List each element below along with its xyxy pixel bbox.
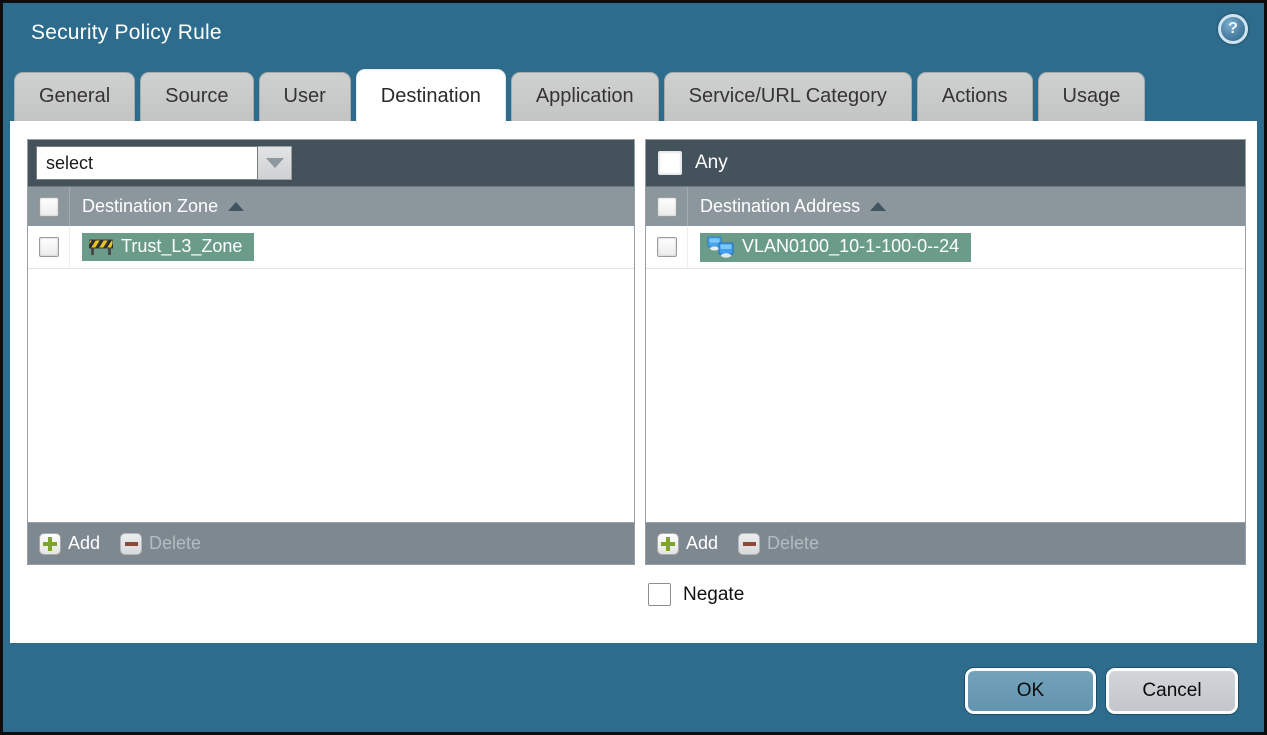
zone-entry-trust-l3-zone[interactable]: Trust_L3_Zone [82, 233, 255, 261]
address-panel-toolbar: Any [646, 140, 1245, 186]
dialog-title: Security Policy Rule [31, 21, 222, 44]
sort-ascending-icon [228, 202, 245, 211]
destination-zone-panel: select Destination Zone Trust_L3_Zone Ad… [27, 139, 635, 565]
zone-delete-button[interactable]: Delete [120, 532, 201, 555]
zone-add-button[interactable]: Add [39, 532, 100, 555]
address-entry-vlan0100[interactable]: VLAN0100_10-1-100-0--24 [700, 232, 972, 262]
any-checkbox[interactable] [658, 151, 682, 175]
tab-bar: General Source User Destination Applicat… [14, 67, 1253, 124]
cancel-button[interactable]: Cancel [1106, 668, 1238, 714]
tab-source[interactable]: Source [140, 72, 254, 121]
add-plus-icon [39, 532, 61, 555]
zone-barrier-icon [89, 237, 113, 256]
negate-label: Negate [683, 583, 745, 605]
zone-entry-label: Trust_L3_Zone [121, 236, 243, 256]
table-row: VLAN0100_10-1-100-0--24 [646, 226, 1245, 269]
zone-column-title[interactable]: Destination Zone [70, 196, 245, 217]
any-option: Any [654, 151, 728, 175]
address-column-title[interactable]: Destination Address [688, 196, 887, 217]
zone-column-label: Destination Zone [82, 196, 219, 216]
chevron-down-icon [265, 158, 284, 168]
zone-rows-area: Trust_L3_Zone [28, 226, 634, 522]
zone-row-checkbox-cell [28, 226, 70, 268]
address-row-checkbox[interactable] [656, 237, 677, 257]
negate-checkbox[interactable] [648, 583, 671, 606]
tab-usage[interactable]: Usage [1037, 72, 1146, 121]
any-label: Any [695, 152, 728, 173]
zone-panel-footer: Add Delete [28, 522, 634, 564]
add-plus-icon [657, 532, 679, 555]
destination-address-panel: Any Destination Address VLAN0100_10-1-10… [645, 139, 1246, 565]
address-select-all-cell [646, 187, 688, 226]
zone-select-all-cell [28, 187, 70, 226]
address-column-header-row: Destination Address [646, 186, 1245, 226]
zone-type-select-value[interactable]: select [36, 146, 258, 180]
address-add-button[interactable]: Add [657, 532, 718, 555]
zone-type-select-arrow-button[interactable] [258, 146, 292, 180]
tab-service-url-category[interactable]: Service/URL Category [663, 72, 912, 121]
address-panel-footer: Add Delete [646, 522, 1245, 564]
ok-button[interactable]: OK [965, 668, 1096, 714]
zone-panel-toolbar: select [28, 140, 634, 186]
address-delete-button[interactable]: Delete [738, 532, 819, 555]
sort-ascending-icon [870, 202, 887, 211]
help-icon[interactable]: ? [1218, 14, 1248, 44]
tab-destination[interactable]: Destination [355, 69, 506, 124]
address-rows-area: VLAN0100_10-1-100-0--24 [646, 226, 1245, 522]
tab-user[interactable]: User [258, 72, 351, 121]
zone-type-select[interactable]: select [36, 146, 292, 180]
table-row: Trust_L3_Zone [28, 226, 634, 269]
zone-row-checkbox[interactable] [38, 237, 59, 257]
address-column-label: Destination Address [700, 196, 861, 216]
address-select-all-checkbox[interactable] [656, 196, 677, 217]
destination-tab-content: select Destination Zone Trust_L3_Zone Ad… [10, 121, 1257, 643]
address-entry-label: VLAN0100_10-1-100-0--24 [742, 236, 960, 256]
delete-minus-icon [738, 532, 761, 555]
tab-general[interactable]: General [14, 72, 136, 121]
address-row-checkbox-cell [646, 226, 688, 268]
tab-actions[interactable]: Actions [916, 72, 1033, 121]
delete-minus-icon [120, 532, 143, 555]
zone-select-all-checkbox[interactable] [38, 196, 59, 217]
title-bar: Security Policy Rule ? [3, 3, 1264, 63]
network-address-icon [707, 236, 734, 258]
negate-option: Negate [648, 583, 744, 606]
tab-application[interactable]: Application [510, 72, 659, 121]
zone-column-header-row: Destination Zone [28, 186, 634, 226]
security-policy-rule-dialog: Security Policy Rule ? General Source Us… [0, 0, 1267, 735]
